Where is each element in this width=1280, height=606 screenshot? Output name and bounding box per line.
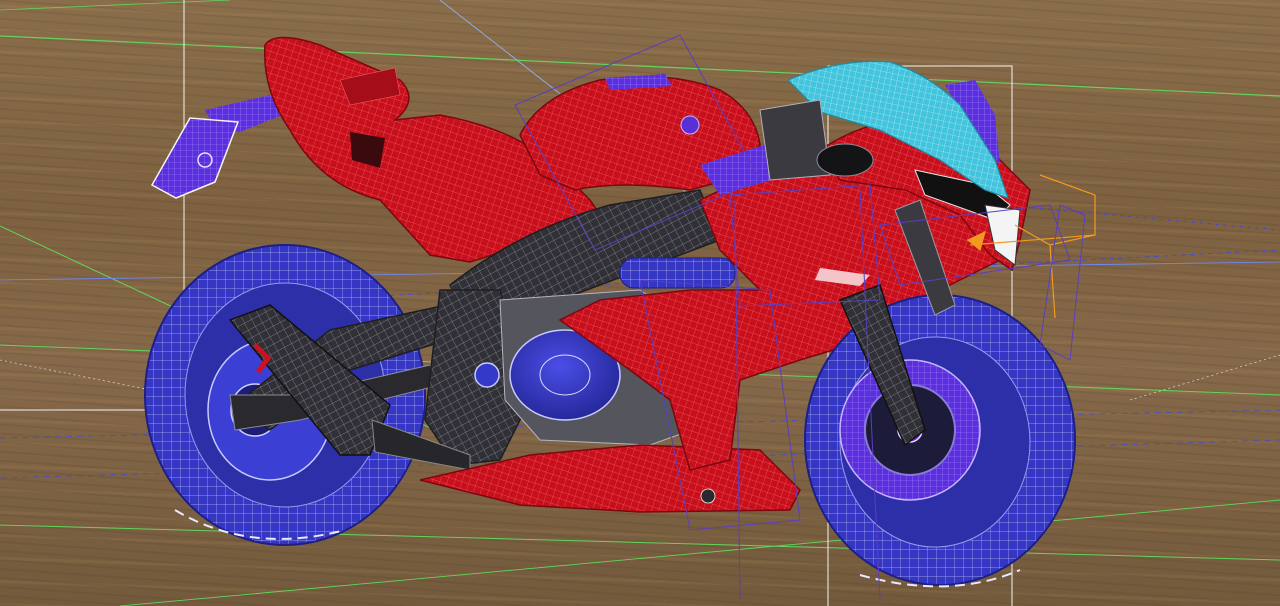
3d-viewport[interactable] [0,0,1280,606]
scene-canvas[interactable] [0,0,1280,606]
front-wheel[interactable] [804,294,1076,588]
tail-bracket[interactable] [150,95,290,199]
